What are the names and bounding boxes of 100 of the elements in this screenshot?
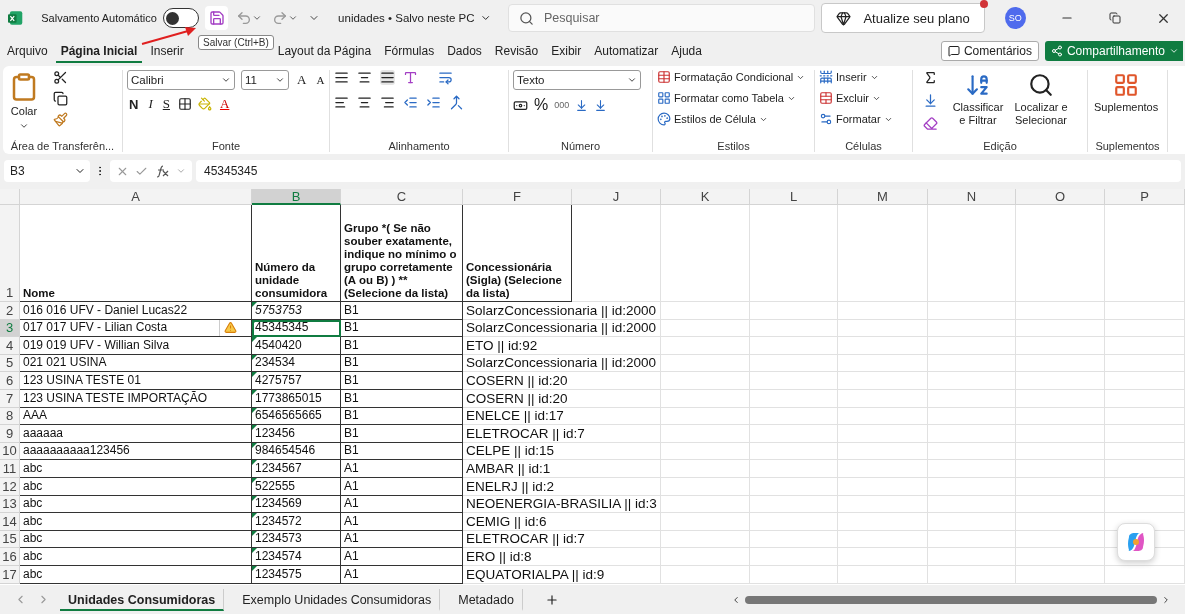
grow-font-button[interactable]: A bbox=[295, 72, 309, 88]
share-button[interactable]: Compartilhamento bbox=[1044, 41, 1183, 61]
column-header[interactable]: C bbox=[341, 189, 463, 205]
addins-button[interactable]: Suplementos bbox=[1092, 70, 1161, 116]
number-format-dropdown[interactable]: Texto bbox=[513, 70, 641, 90]
align-left-icon[interactable] bbox=[334, 95, 349, 110]
fill-color-icon[interactable] bbox=[197, 97, 212, 111]
name-box[interactable]: B3 bbox=[4, 160, 90, 182]
font-name-dropdown[interactable]: Calibri bbox=[127, 70, 235, 90]
styles-menu-button[interactable]: Formatar como Tabela bbox=[657, 91, 806, 105]
row-header[interactable]: 6 bbox=[0, 372, 20, 390]
save-button[interactable] bbox=[205, 6, 229, 30]
table-cell: abc bbox=[20, 530, 252, 549]
sheet-tab[interactable]: Exemplo Unidades Consumidoras bbox=[234, 588, 441, 611]
column-header[interactable]: A bbox=[20, 189, 252, 205]
paste-button[interactable]: Colar bbox=[7, 70, 41, 133]
decrease-decimal-icon[interactable] bbox=[594, 98, 608, 112]
table-cell: 123 USINA TESTE 01 bbox=[20, 372, 252, 390]
thousands-button[interactable]: 000 bbox=[554, 100, 570, 110]
row-header[interactable]: 4 bbox=[0, 337, 20, 355]
menu-tab[interactable]: Arquivo bbox=[2, 39, 53, 63]
file-title[interactable]: unidades • Salvo neste PC bbox=[338, 12, 475, 24]
row-header[interactable]: 16 bbox=[0, 548, 20, 566]
font-size-dropdown[interactable]: 11 bbox=[241, 70, 289, 90]
copilot-button[interactable] bbox=[1117, 523, 1155, 561]
styles-menu-button[interactable]: Estilos de Célula bbox=[657, 112, 806, 126]
menu-tab[interactable]: Inserir bbox=[145, 39, 189, 63]
comments-button[interactable]: Comentários bbox=[940, 41, 1039, 61]
menu-tab[interactable]: Página Inicial bbox=[55, 39, 143, 63]
add-sheet-icon[interactable] bbox=[544, 592, 559, 607]
scroll-left-icon[interactable] bbox=[731, 594, 741, 605]
format-painter-icon[interactable] bbox=[53, 112, 68, 127]
menu-tab[interactable]: Revisão bbox=[489, 39, 544, 63]
row-header[interactable]: 1 bbox=[0, 205, 20, 302]
column-header[interactable]: K bbox=[661, 189, 750, 205]
borders-icon[interactable] bbox=[177, 97, 192, 111]
underline-button[interactable]: S bbox=[160, 96, 172, 112]
cells-menu-button[interactable]: Formatar bbox=[819, 112, 893, 126]
column-header[interactable]: N bbox=[928, 189, 1016, 205]
search-icon bbox=[518, 10, 534, 26]
wrap-text-icon[interactable] bbox=[438, 70, 453, 85]
column-header[interactable]: J bbox=[572, 189, 661, 205]
cut-icon[interactable] bbox=[53, 70, 68, 85]
column-header[interactable]: M bbox=[838, 189, 928, 205]
column-header[interactable]: O bbox=[1016, 189, 1105, 205]
sheet-tab[interactable]: Unidades Consumidoras bbox=[60, 588, 225, 611]
fill-icon[interactable] bbox=[923, 93, 938, 108]
scroll-right-icon[interactable] bbox=[1161, 594, 1171, 605]
eraser-icon[interactable] bbox=[923, 116, 938, 131]
percent-button[interactable]: % bbox=[534, 96, 549, 114]
orientation-icon[interactable] bbox=[403, 70, 418, 85]
menu-tab[interactable]: Fórmulas bbox=[379, 39, 440, 63]
increase-decimal-icon[interactable] bbox=[575, 98, 589, 112]
header-cell: Grupo *( Se não souber exatamente, indique no mínimo o grupo corretamente (A ou B) ) **(Selecione da lista) bbox=[341, 205, 463, 302]
group-label: Fonte bbox=[210, 140, 242, 152]
find-select-button[interactable]: Localizar e Selecionar bbox=[1010, 70, 1072, 129]
autosum-icon[interactable] bbox=[923, 70, 938, 85]
increase-indent-icon[interactable] bbox=[426, 95, 441, 110]
cells-menu-button[interactable]: Inserir bbox=[819, 70, 893, 84]
table-cell: A1 bbox=[341, 495, 463, 514]
menu-tab[interactable]: Exibir bbox=[546, 39, 587, 63]
header-cell: Nome bbox=[20, 205, 252, 302]
column-header[interactable]: P bbox=[1105, 189, 1185, 205]
font-color-button[interactable]: A bbox=[217, 96, 232, 112]
row-header[interactable]: 2 bbox=[0, 302, 20, 320]
menu-tab[interactable]: Ajuda bbox=[666, 39, 707, 63]
menu-tab[interactable]: Layout da Página bbox=[272, 39, 377, 63]
decrease-indent-icon[interactable] bbox=[403, 95, 418, 110]
align-middle-icon[interactable] bbox=[357, 70, 372, 85]
sheet-tab[interactable]: Metadado bbox=[450, 588, 523, 611]
column-header[interactable]: L bbox=[750, 189, 838, 205]
menu-tab[interactable]: Automatizar bbox=[589, 39, 664, 63]
table-cell: B1 bbox=[341, 354, 463, 373]
row-header[interactable]: 11 bbox=[0, 460, 20, 478]
menu-tab[interactable]: Dados bbox=[442, 39, 487, 63]
formula-field[interactable]: 45345345 bbox=[196, 160, 1181, 182]
horizontal-scrollbar[interactable] bbox=[731, 593, 1171, 606]
function-icon[interactable] bbox=[154, 164, 170, 178]
align-center-icon[interactable] bbox=[357, 95, 372, 110]
bold-button[interactable]: N bbox=[127, 96, 141, 112]
align-bottom-icon[interactable] bbox=[380, 70, 395, 85]
upgrade-button[interactable]: Atualize seu plano bbox=[821, 3, 985, 33]
column-header[interactable]: F bbox=[463, 189, 572, 205]
copy-icon[interactable] bbox=[53, 91, 68, 106]
table-cell: abc bbox=[20, 548, 252, 566]
autosave-toggle[interactable] bbox=[162, 8, 200, 28]
table-cell: 1234572 bbox=[252, 513, 341, 531]
italic-button[interactable]: I bbox=[146, 96, 155, 112]
align-right-icon[interactable] bbox=[380, 95, 395, 110]
styles-menu-button[interactable]: Formatação Condicional bbox=[657, 70, 806, 84]
row-header[interactable]: 14 bbox=[0, 513, 20, 531]
align-top-icon[interactable] bbox=[334, 70, 349, 85]
user-avatar[interactable]: SO bbox=[1004, 7, 1026, 29]
search-field[interactable]: Pesquisar bbox=[507, 4, 816, 32]
sort-filter-button[interactable]: Classificar e Filtrar bbox=[950, 70, 1006, 129]
table-cell: A1 bbox=[341, 548, 463, 566]
shrink-font-button[interactable]: A bbox=[314, 74, 327, 86]
cells-menu-button[interactable]: Excluir bbox=[819, 91, 893, 105]
row-header[interactable]: 9 bbox=[0, 425, 20, 443]
merge-cells-icon[interactable] bbox=[449, 95, 464, 110]
